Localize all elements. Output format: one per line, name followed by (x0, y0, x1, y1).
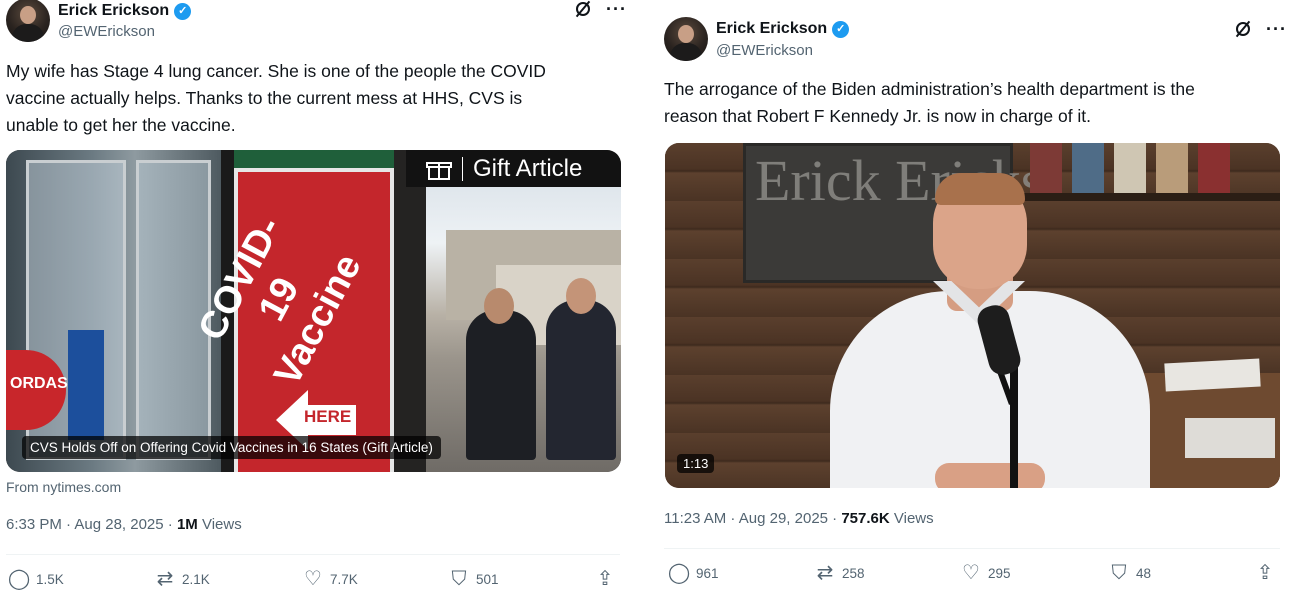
tweet-actions: ◯ 1.5K ⇄ 2.1K ♡ 7.7K ⛉ 501 ⇪ (6, 568, 620, 592)
papers (1164, 358, 1261, 392)
books (1020, 143, 1240, 195)
grok-icon[interactable] (1234, 20, 1252, 38)
like-count: 7.7K (330, 571, 358, 587)
pedestrian-face (566, 278, 596, 314)
reply-icon: ◯ (667, 562, 691, 584)
pedestrian (546, 300, 616, 460)
tweet-text: The arrogance of the Biden administratio… (664, 76, 1195, 130)
link-source[interactable]: From nytimes.com (6, 479, 121, 495)
share-button[interactable]: ⇪ (594, 568, 616, 590)
tweet-right: Erick Erickson ✓ @EWErickson ··· The arr… (648, 0, 1290, 603)
book (1072, 143, 1104, 193)
tweet-timestamp[interactable]: 11:23 AM · Aug 29, 2025 · (664, 510, 841, 527)
author-name-row: Erick Erickson ✓ (58, 2, 192, 20)
tweet-text-line: My wife has Stage 4 lung cancer. She is … (6, 61, 546, 81)
tweet-text: My wife has Stage 4 lung cancer. She is … (6, 58, 546, 139)
book (1030, 143, 1062, 193)
author-name[interactable]: Erick Erickson (58, 2, 169, 20)
pedestrian-face (484, 288, 514, 324)
author-name-row: Erick Erickson ✓ (716, 20, 850, 38)
avatar-body (670, 43, 702, 61)
bookmark-button[interactable]: ⛉ 501 (448, 568, 499, 590)
tweet-meta: 6:33 PM · Aug 28, 2025 · 1M Views (6, 516, 242, 533)
pedestrian (466, 310, 536, 460)
bookmark-count: 501 (476, 571, 499, 587)
gift-article-label: Gift Article (473, 154, 583, 182)
tweet-left: Erick Erickson ✓ @EWErickson ··· My wife… (0, 0, 632, 603)
gift-article-bar[interactable]: Gift Article (406, 150, 621, 187)
bookmark-button[interactable]: ⛉ 48 (1108, 562, 1152, 584)
tweet-text-line: reason that Robert F Kennedy Jr. is now … (664, 106, 1092, 126)
like-button[interactable]: ♡ 295 (960, 562, 1011, 584)
link-card-title[interactable]: CVS Holds Off on Offering Covid Vaccines… (22, 436, 441, 459)
speaker-hair (935, 173, 1025, 205)
bookmark-icon: ⛉ (1111, 562, 1127, 584)
like-icon: ♡ (304, 568, 322, 590)
tweet-top-actions: ··· (574, 0, 627, 18)
gift-separator (462, 156, 463, 181)
repost-icon: ⇄ (816, 562, 834, 584)
avatar[interactable] (6, 0, 50, 42)
banner-here-text: HERE (304, 407, 352, 426)
mic-stand (1010, 363, 1018, 488)
tweet-text-line: vaccine actually helps. Thanks to the cu… (6, 88, 523, 108)
verified-badge-icon: ✓ (174, 2, 192, 20)
avatar-head (678, 25, 694, 43)
more-icon[interactable]: ··· (606, 0, 627, 18)
like-button[interactable]: ♡ 7.7K (302, 568, 358, 590)
views-label: Views (889, 510, 934, 527)
share-button[interactable]: ⇪ (1254, 562, 1276, 584)
author-name[interactable]: Erick Erickson (716, 20, 827, 38)
divider (6, 554, 620, 555)
bookmark-icon: ⛉ (451, 568, 467, 590)
reply-button[interactable]: ◯ 961 (668, 562, 719, 584)
reply-button[interactable]: ◯ 1.5K (8, 568, 64, 590)
link-card-image[interactable]: ORDASH COVID-19 Vaccine HERE Gift Articl… (6, 150, 621, 472)
tweet-timestamp[interactable]: 6:33 PM · Aug 28, 2025 · (6, 516, 177, 533)
book (1156, 143, 1188, 193)
reply-icon: ◯ (7, 568, 31, 590)
speaker-hands (935, 463, 1045, 488)
tweet-text-line: The arrogance of the Biden administratio… (664, 79, 1195, 99)
share-icon: ⇪ (1256, 562, 1274, 584)
views-label: Views (197, 516, 242, 533)
book (1114, 143, 1146, 193)
tweet-meta: 11:23 AM · Aug 29, 2025 · 757.6K Views (664, 510, 934, 527)
tweet-top-actions: ··· (1234, 20, 1287, 38)
video-duration: 1:13 (677, 454, 715, 473)
verified-badge-icon: ✓ (832, 20, 850, 38)
repost-button[interactable]: ⇄ 258 (814, 562, 865, 584)
green-sign-strip (234, 150, 394, 168)
repost-count: 2.1K (182, 571, 210, 587)
video-player[interactable]: Erick Ericks 1:13 (665, 143, 1280, 488)
avatar-body (12, 24, 44, 42)
tweet-text-line: unable to get her the vaccine. (6, 115, 236, 135)
repost-icon: ⇄ (156, 568, 174, 590)
door-post (394, 150, 426, 472)
gift-icon (426, 158, 452, 180)
reply-count: 961 (696, 565, 719, 581)
repost-button[interactable]: ⇄ 2.1K (154, 568, 210, 590)
author-handle[interactable]: @EWErickson (716, 42, 813, 59)
share-icon: ⇪ (596, 568, 614, 590)
like-icon: ♡ (962, 562, 980, 584)
views-count: 757.6K (841, 510, 890, 527)
more-icon[interactable]: ··· (1266, 20, 1287, 38)
grok-icon[interactable] (574, 0, 592, 18)
book (1198, 143, 1230, 193)
divider (664, 548, 1280, 549)
author-handle[interactable]: @EWErickson (58, 23, 155, 40)
bookmark-count: 48 (1136, 565, 1152, 581)
adap-sign (68, 330, 104, 440)
views-count: 1M (176, 516, 198, 533)
reply-count: 1.5K (36, 571, 64, 587)
like-count: 295 (988, 565, 1011, 581)
avatar-head (20, 6, 36, 24)
tweet-actions: ◯ 961 ⇄ 258 ♡ 295 ⛉ 48 ⇪ (664, 562, 1280, 586)
repost-count: 258 (842, 565, 865, 581)
papers (1185, 418, 1275, 458)
avatar[interactable] (664, 17, 708, 61)
